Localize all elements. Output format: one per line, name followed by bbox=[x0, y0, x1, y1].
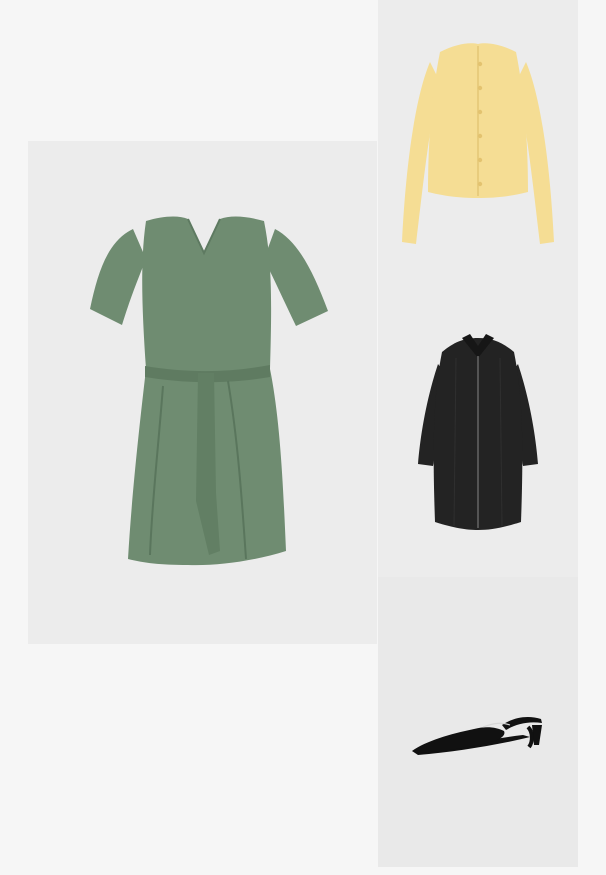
product-tile-coat[interactable] bbox=[378, 288, 578, 577]
black-coat-image bbox=[378, 288, 578, 577]
black-slingback-image bbox=[378, 577, 578, 867]
product-tile-dress[interactable] bbox=[28, 141, 377, 644]
product-tile-shoe[interactable] bbox=[378, 577, 578, 867]
yellow-cardigan-image bbox=[378, 0, 578, 288]
product-tile-cardigan[interactable] bbox=[378, 0, 578, 288]
green-dress-image bbox=[28, 141, 377, 644]
